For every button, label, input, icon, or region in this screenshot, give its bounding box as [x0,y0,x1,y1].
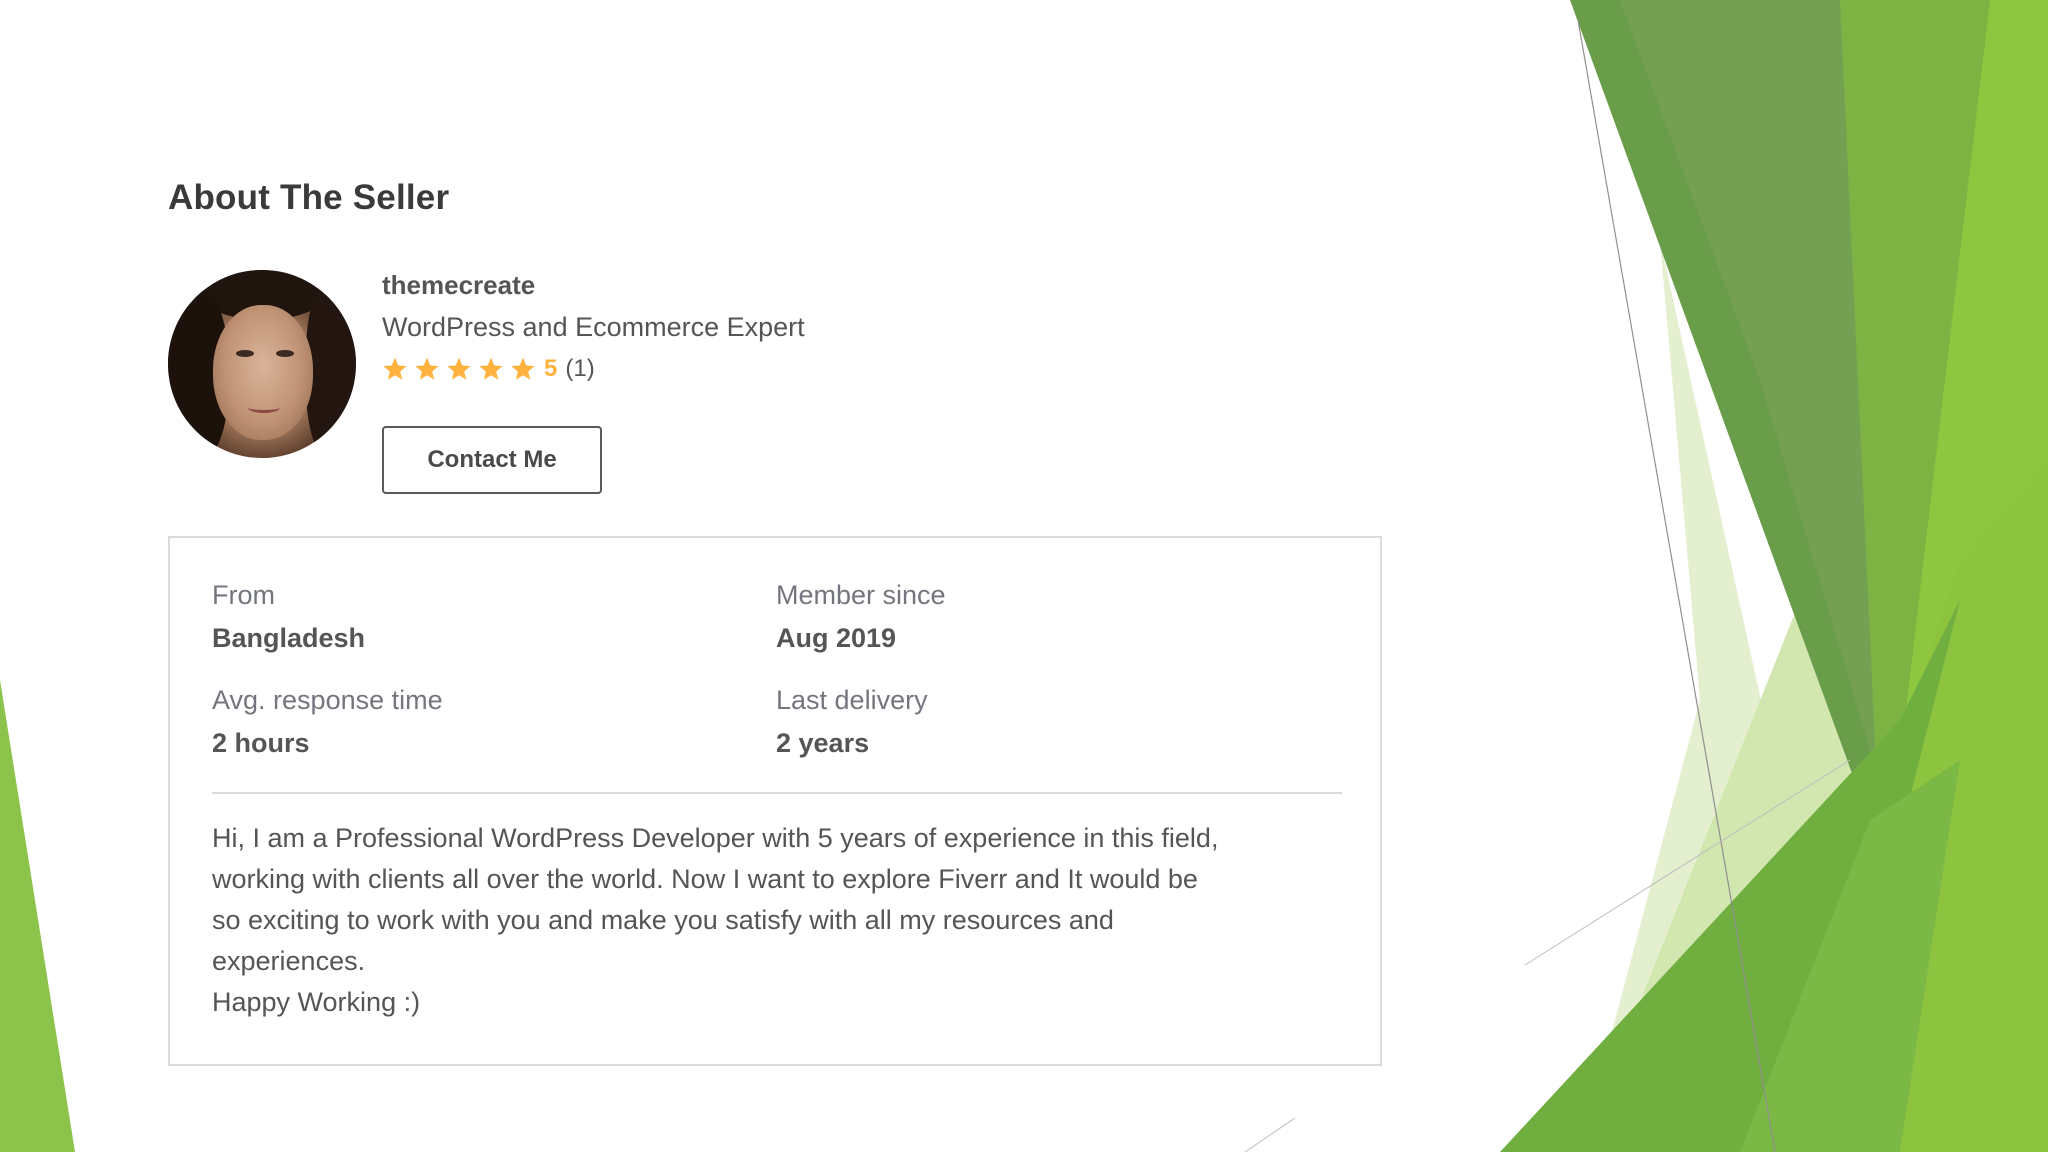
seller-avatar[interactable] [168,270,356,458]
member-since-label: Member since [776,580,946,610]
member-since-value: Aug 2019 [776,623,897,653]
seller-headline: WordPress and Ecommerce Expert [382,312,805,342]
contact-me-button[interactable]: Contact Me [382,426,602,494]
description-line: experiences. [212,946,366,976]
rating-score: 5 [544,355,558,382]
seller-description: Hi, I am a Professional WordPress Develo… [212,818,1352,1023]
avg-response-label: Avg. response time [212,685,443,715]
seller-section: About The Seller themecreate WordPress a… [0,0,1400,1152]
seller-rating: 5 (1) [382,355,595,383]
description-line: working with clients all over the world.… [212,864,1198,894]
from-value: Bangladesh [212,623,366,653]
description-line: Hi, I am a Professional WordPress Develo… [212,823,1219,853]
avg-response-value: 2 hours [212,728,310,758]
description-line: so exciting to work with you and make yo… [212,905,1114,935]
seller-name[interactable]: themecreate [382,270,535,301]
star-icon [511,357,535,380]
star-icon [447,357,471,380]
last-delivery-value: 2 years [776,728,870,758]
star-icon [479,357,503,380]
star-icon [383,357,407,380]
from-label: From [212,580,275,610]
rating-count[interactable]: (1) [565,355,594,383]
description-line: Happy Working :) [212,987,421,1017]
last-delivery-label: Last delivery [776,685,928,715]
divider [212,792,1342,794]
star-icon [415,357,439,380]
seller-info-card: From Bangladesh Member since Aug 2019 Av… [168,536,1382,1066]
section-title: About The Seller [168,178,450,217]
